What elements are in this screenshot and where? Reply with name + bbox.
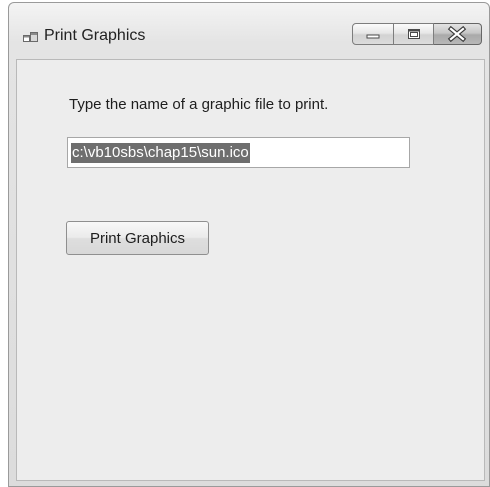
print-graphics-button[interactable]: Print Graphics — [66, 221, 209, 255]
file-name-input[interactable]: c:\vb10sbs\chap15\sun.ico — [67, 137, 410, 168]
minimize-button[interactable] — [352, 23, 394, 45]
file-name-prompt-label: Type the name of a graphic file to print… — [69, 96, 329, 113]
window-title: Print Graphics — [44, 27, 146, 44]
close-button[interactable] — [434, 23, 482, 45]
form-client-area — [16, 59, 485, 481]
title-bar[interactable]: Print Graphics — [9, 3, 489, 59]
caption-buttons — [352, 23, 482, 47]
file-name-input-value[interactable]: c:\vb10sbs\chap15\sun.ico — [71, 142, 250, 163]
app-window-icon — [23, 31, 38, 43]
maximize-button[interactable] — [394, 23, 434, 45]
